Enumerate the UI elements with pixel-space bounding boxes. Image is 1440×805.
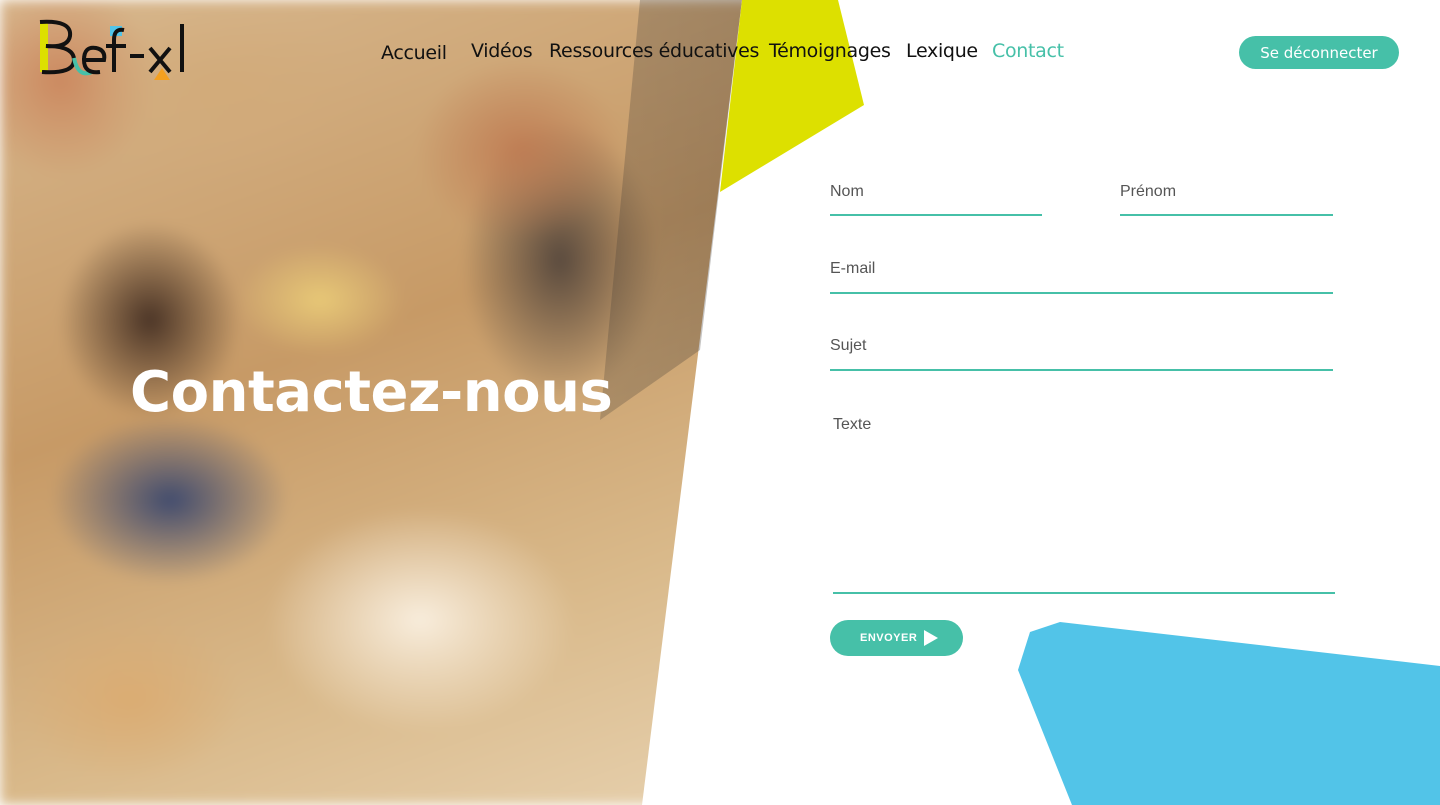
nav-item-contact[interactable]: Contact (992, 40, 1064, 62)
nav-item-ressources-educatives[interactable]: Ressources éducatives (549, 40, 759, 62)
prenom-field[interactable]: Prénom (1120, 183, 1333, 217)
email-label: E-mail (830, 260, 876, 277)
logo[interactable] (38, 18, 194, 82)
page-title: Contactez-nous (130, 360, 613, 425)
nav-item-temoignages[interactable]: Témoignages (769, 40, 891, 62)
logout-button[interactable]: Se déconnecter (1239, 36, 1399, 69)
nom-underline (830, 214, 1042, 216)
email-field[interactable]: E-mail (830, 260, 1333, 295)
email-underline (830, 292, 1333, 294)
nav-item-lexique[interactable]: Lexique (906, 40, 978, 62)
sujet-underline (830, 369, 1333, 371)
logo-graphic (39, 19, 184, 80)
nav-item-videos[interactable]: Vidéos (471, 40, 533, 62)
nom-label: Nom (830, 183, 864, 200)
prenom-label: Prénom (1120, 183, 1177, 200)
play-icon (924, 630, 938, 646)
nom-field[interactable]: Nom (830, 183, 1042, 217)
sujet-field[interactable]: Sujet (830, 337, 1333, 372)
prenom-underline (1120, 214, 1333, 216)
texte-underline (833, 592, 1335, 594)
texte-label: Texte (833, 416, 872, 433)
nav-item-accueil[interactable]: Accueil (381, 42, 447, 64)
texte-textarea[interactable]: Texte (833, 416, 1335, 595)
send-label: ENVOYER (860, 632, 918, 644)
send-button[interactable]: ENVOYER (830, 620, 963, 656)
sujet-label: Sujet (830, 337, 867, 354)
